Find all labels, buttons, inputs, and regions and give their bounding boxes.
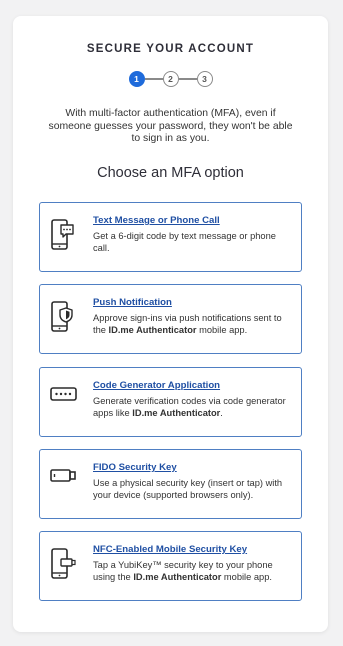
- option-title[interactable]: Push Notification: [93, 297, 172, 308]
- option-description: Tap a YubiKey™ security key to your phon…: [93, 560, 273, 582]
- step-1: 1: [128, 71, 145, 87]
- phone-shield-icon: [50, 297, 76, 337]
- nfc-key-icon: [50, 544, 76, 584]
- choose-option-heading: Choose an MFA option: [97, 165, 244, 181]
- step-2: 2: [162, 71, 179, 87]
- step-indicator: 1 2 3: [13, 71, 328, 87]
- mfa-card: SECURE YOUR ACCOUNT 1 2 3 With multi-fac…: [13, 16, 328, 632]
- option-code-generator[interactable]: Code Generator Application Generate veri…: [39, 367, 302, 437]
- option-text-message[interactable]: Text Message or Phone Call Get a 6-digit…: [39, 202, 302, 272]
- option-description: Use a physical security key (insert or t…: [93, 478, 283, 500]
- option-fido-key[interactable]: FIDO Security Key Use a physical securit…: [39, 449, 302, 519]
- page-title: SECURE YOUR ACCOUNT: [86, 43, 255, 55]
- option-description: Get a 6-digit code by text message or ph…: [93, 231, 276, 253]
- security-key-icon: [50, 462, 76, 502]
- option-description: Generate verification codes via code gen…: [93, 396, 286, 418]
- step-connector: [178, 78, 197, 80]
- intro-text: With multi-factor authentication (MFA), …: [48, 108, 293, 145]
- option-title[interactable]: Text Message or Phone Call: [93, 215, 220, 226]
- code-generator-icon: [50, 380, 77, 420]
- option-description: Approve sign-ins via push notifications …: [93, 313, 282, 335]
- phone-message-icon: [50, 215, 76, 255]
- option-title[interactable]: FIDO Security Key: [93, 462, 177, 473]
- option-title[interactable]: Code Generator Application: [93, 380, 220, 391]
- step-3: 3: [196, 71, 213, 87]
- option-title[interactable]: NFC-Enabled Mobile Security Key: [93, 544, 247, 555]
- option-push-notification[interactable]: Push Notification Approve sign-ins via p…: [39, 284, 302, 354]
- step-connector: [144, 78, 163, 80]
- option-nfc-key[interactable]: NFC-Enabled Mobile Security Key Tap a Yu…: [39, 531, 302, 601]
